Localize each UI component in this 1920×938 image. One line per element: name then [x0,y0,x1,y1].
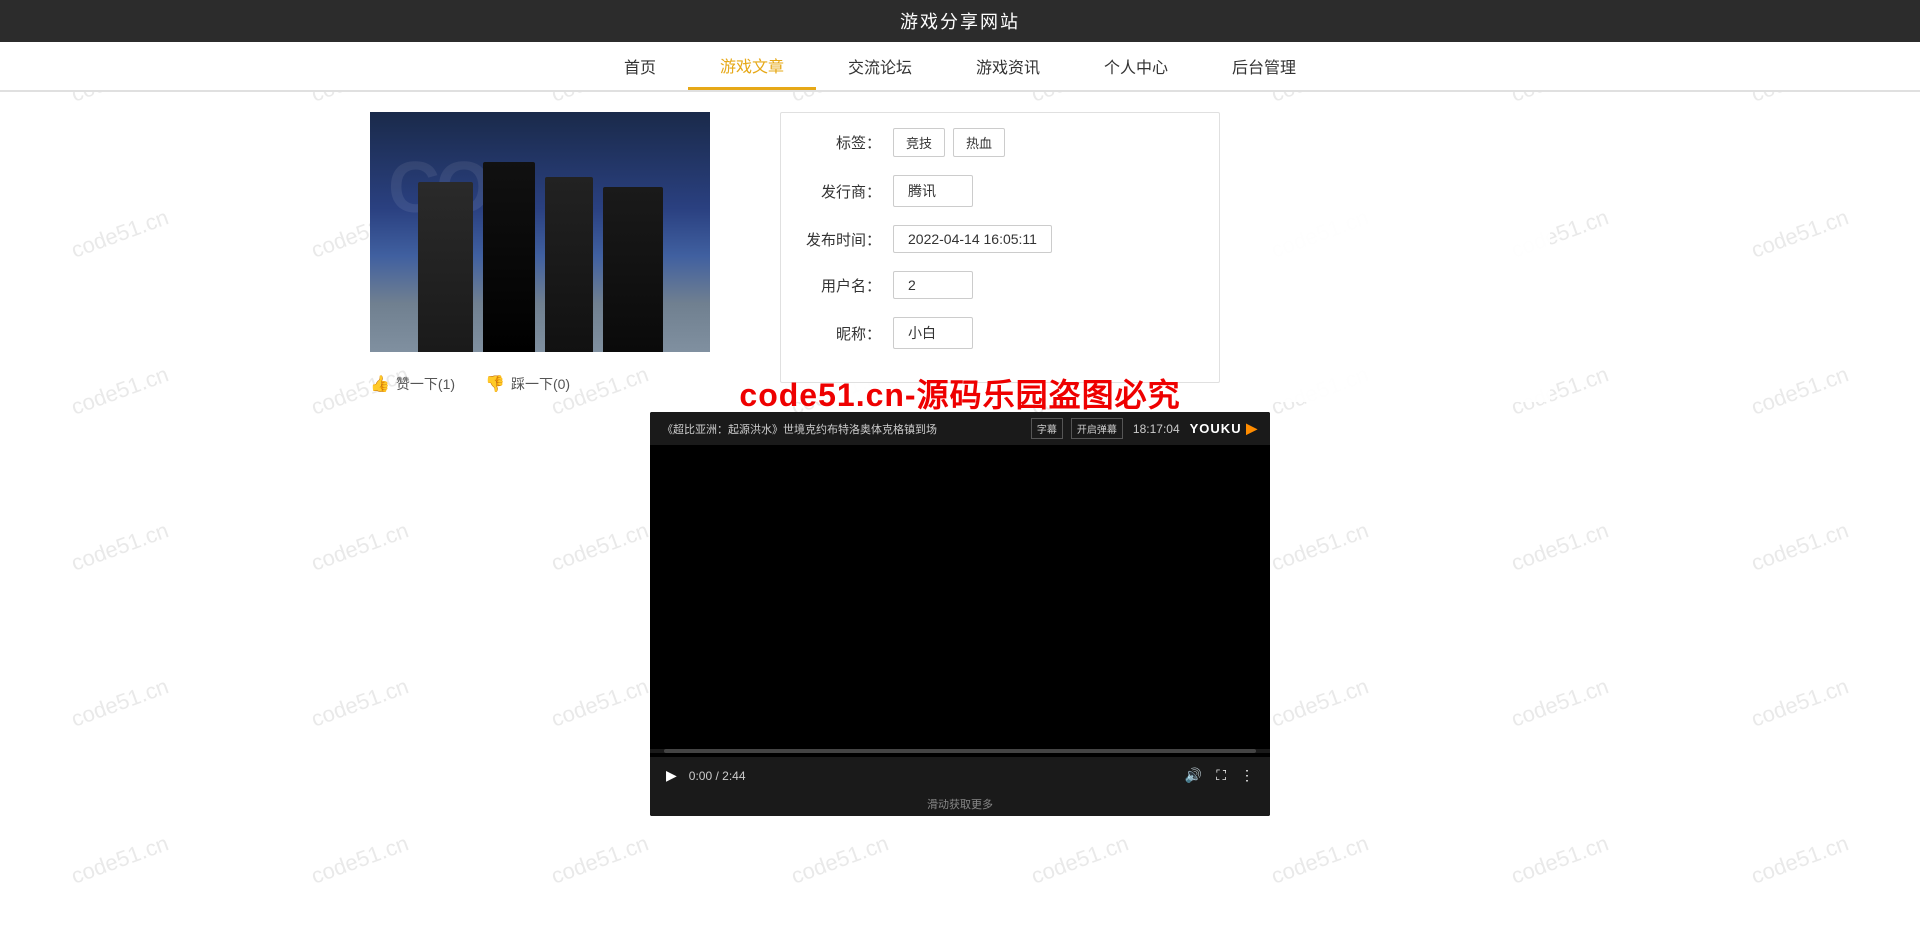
publisher-row: 发行商： 腾讯 [801,175,1199,207]
dislike-label: 踩一下(0) [511,374,570,394]
nav-item-profile[interactable]: 个人中心 [1072,42,1200,90]
figure-char-4 [603,187,663,352]
youku-arrow-icon: ▶ [1246,420,1258,436]
tags-row: 标签： 竞技 热血 [801,128,1199,157]
youku-logo: YOUKU ▶ [1190,420,1258,437]
publisher-value: 腾讯 [893,175,973,207]
tag-box: 竞技 热血 [893,128,1005,157]
like-label: 赞一下(1) [396,374,455,394]
more-options-button[interactable]: ⋮ [1238,765,1256,786]
publish-time-label: 发布时间： [801,229,881,250]
username-row: 用户名： 2 [801,271,1199,299]
volume-button[interactable]: 🔊 [1183,765,1204,786]
tag-competitive: 竞技 [893,128,945,157]
tags-label: 标签： [801,132,881,153]
progress-bar[interactable] [664,749,1256,753]
nav-item-home[interactable]: 首页 [592,42,688,90]
top-bar-icons: 字幕 开启弹幕 [1031,418,1123,439]
figure-group [370,152,710,352]
video-wrapper[interactable]: 《超比亚洲：起源洪水》世境克约布特洛奥体克格镇到场 字幕 开启弹幕 18:17:… [650,412,1270,816]
video-title: 《超比亚洲：起源洪水》世境克约布特洛奥体克格镇到场 [662,421,937,437]
main-content: CO 👍 赞一下(1) 👎 踩 [0,92,1920,402]
content-wrapper: CO 👍 赞一下(1) 👎 踩 [370,112,1550,402]
publisher-label: 发行商： [801,181,881,202]
dislike-button[interactable]: 👎 踩一下(0) [485,374,570,394]
nav-item-admin[interactable]: 后台管理 [1200,42,1328,90]
likes-area: 👍 赞一下(1) 👎 踩一下(0) [370,366,750,402]
thumbs-up-icon: 👍 [370,374,390,394]
username-label: 用户名： [801,275,881,296]
figure-char-3 [545,177,593,352]
figure-char-1 [418,182,473,352]
play-button[interactable]: ▶ [664,765,679,786]
progress-row [650,749,1270,753]
tag-blood: 热血 [953,128,1005,157]
nav-item-articles[interactable]: 游戏文章 [688,42,816,90]
publish-time-row: 发布时间： 2022-04-14 16:05:11 [801,225,1199,253]
username-value: 2 [893,271,973,299]
settings-icon[interactable]: 开启弹幕 [1071,418,1123,439]
time-display: 0:00 / 2:44 [689,769,746,783]
video-timestamp: 18:17:04 [1133,422,1180,436]
main-nav: 首页 游戏文章 交流论坛 游戏资讯 个人中心 后台管理 [0,42,1920,92]
left-column: CO 👍 赞一下(1) 👎 踩 [370,112,750,402]
video-section: 《超比亚洲：起源洪水》世境克约布特洛奥体克格镇到场 字幕 开启弹幕 18:17:… [0,412,1920,816]
video-top-right: 字幕 开启弹幕 18:17:04 YOUKU ▶ [1031,418,1258,439]
thumbs-down-icon: 👎 [485,374,505,394]
site-title: 游戏分享网站 [900,8,1020,34]
publish-time-value: 2022-04-14 16:05:11 [893,225,1052,253]
video-top-bar: 《超比亚洲：起源洪水》世境克约布特洛奥体克格镇到场 字幕 开启弹幕 18:17:… [650,412,1270,445]
info-panel: 标签： 竞技 热血 发行商： 腾讯 发布时间： 2022-04-14 16:05… [780,112,1220,383]
right-info-panel: 标签： 竞技 热血 发行商： 腾讯 发布时间： 2022-04-14 16:05… [750,112,1550,402]
nickname-value: 小白 [893,317,973,349]
video-screen[interactable] [650,445,1270,745]
fullscreen-button[interactable]: ⛶ [1214,765,1228,786]
game-image-box: CO [370,112,710,352]
game-image-bg: CO [370,112,710,352]
nav-item-news[interactable]: 游戏资讯 [944,42,1072,90]
figure-char-2 [483,162,535,352]
nav-item-forum[interactable]: 交流论坛 [816,42,944,90]
progress-hint: 滑动获取更多 [650,794,1270,816]
video-controls: ▶ 0:00 / 2:44 🔊 ⛶ ⋮ [650,757,1270,794]
like-button[interactable]: 👍 赞一下(1) [370,374,455,394]
nickname-row: 昵称： 小白 [801,317,1199,349]
subtitles-icon[interactable]: 字幕 [1031,418,1063,439]
site-header: 游戏分享网站 [0,0,1920,42]
nickname-label: 昵称： [801,323,881,344]
